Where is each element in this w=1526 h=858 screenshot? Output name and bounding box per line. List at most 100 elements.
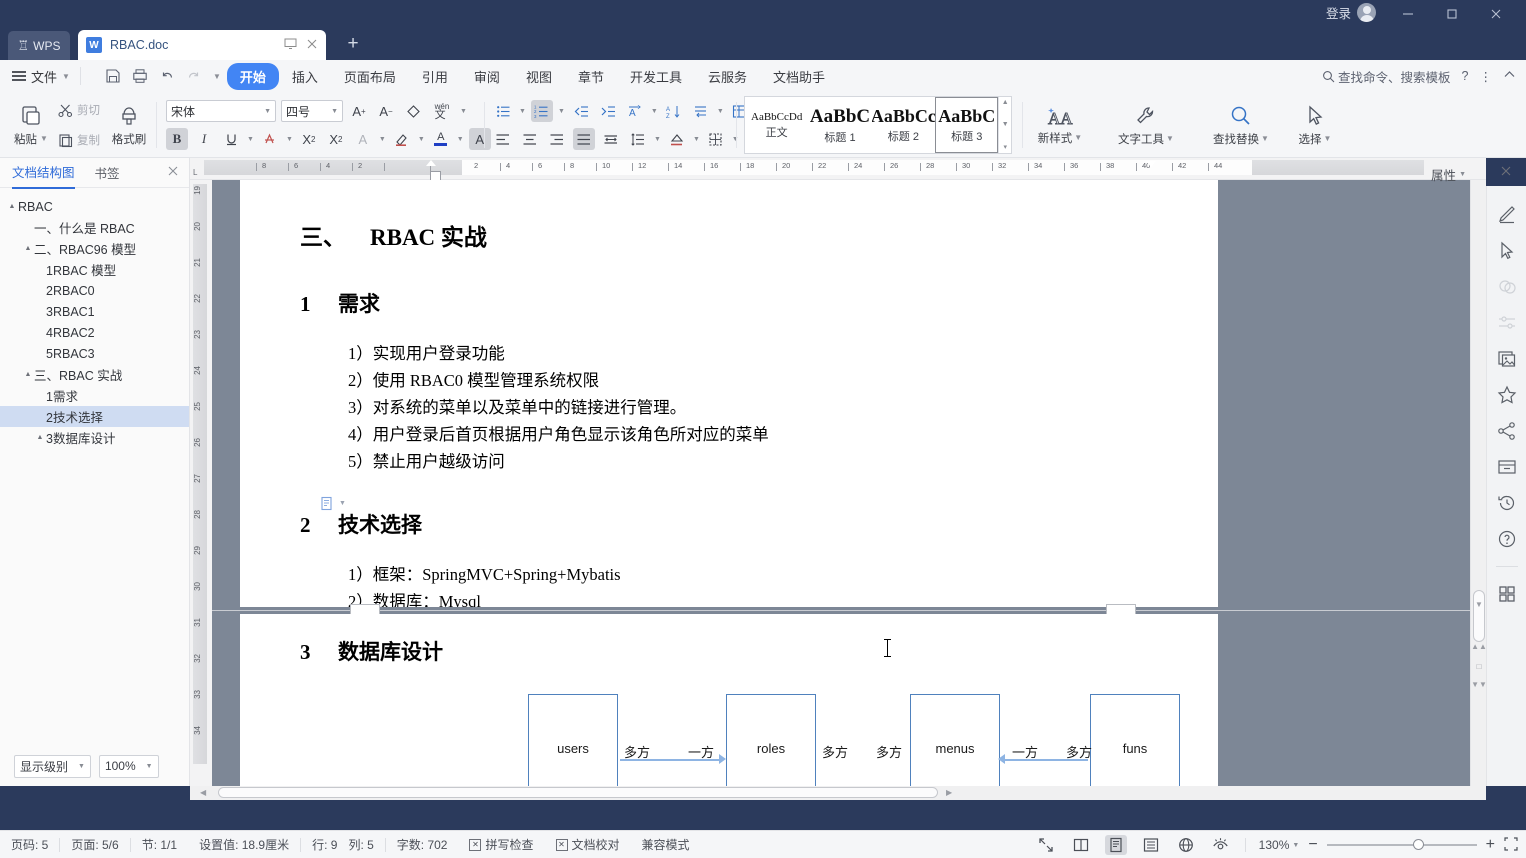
tree-item-4rbac2[interactable]: 4RBAC2: [0, 322, 189, 343]
tree-item-1rbac-model[interactable]: 1RBAC 模型: [0, 259, 189, 280]
decrease-font-size-button[interactable]: A −: [375, 100, 397, 122]
close-icon[interactable]: [1474, 0, 1518, 28]
tree-item-rbac96-model[interactable]: ▲ 二、RBAC96 模型: [0, 238, 189, 259]
show-marks-button[interactable]: [690, 100, 712, 122]
zoom-slider[interactable]: [1326, 839, 1477, 851]
collapse-ribbon-icon[interactable]: [1503, 68, 1516, 84]
chevron-down-icon[interactable]: ▼: [247, 136, 254, 143]
next-page-icon[interactable]: ▼▼: [1471, 680, 1487, 689]
numbered-list-button[interactable]: 123: [530, 100, 553, 122]
wps-home-button[interactable]: ♖ WPS: [8, 31, 70, 60]
pinyin-guide-icon[interactable]: wén 文: [429, 100, 455, 122]
bullet-list-button[interactable]: [492, 100, 514, 122]
chevron-down-icon[interactable]: ▼: [418, 136, 425, 143]
zoom-out-button[interactable]: −: [1308, 837, 1317, 853]
document-page-2[interactable]: 3 数据库设计 users roles menus funs 多方 一方 多方 …: [240, 614, 1218, 786]
tree-item-3rbac1[interactable]: 3RBAC1: [0, 301, 189, 322]
tree-item-rbac-practice[interactable]: ▲ 三、RBAC 实战: [0, 364, 189, 385]
scroll-right-icon[interactable]: ▶: [946, 788, 952, 797]
status-section[interactable]: 节: 1/1: [131, 831, 188, 858]
scroll-up-icon[interactable]: ▲: [1002, 99, 1009, 106]
status-spellcheck[interactable]: ✕ 拼写检查: [458, 831, 544, 858]
tab-document-structure[interactable]: 文档结构图: [12, 162, 75, 189]
scrollbar-thumb[interactable]: [1473, 590, 1485, 642]
scroll-left-icon[interactable]: ◀: [200, 788, 206, 797]
minimize-icon[interactable]: [1386, 0, 1430, 28]
format-painter-button[interactable]: 格式刷: [106, 96, 152, 154]
page-layout-view-icon[interactable]: [1104, 835, 1127, 855]
outline-view-icon[interactable]: [1140, 835, 1162, 855]
horizontal-ruler[interactable]: 8 6 4 2 2 4 6 8 10 12 14 16 18 20 22 24 …: [190, 158, 1486, 180]
zoom-in-button[interactable]: +: [1486, 837, 1495, 853]
chevron-down-icon[interactable]: ▼: [717, 108, 724, 115]
borders-button[interactable]: [705, 128, 727, 150]
expand-triangle-icon[interactable]: ▲: [34, 434, 46, 441]
save-icon[interactable]: [105, 68, 121, 84]
italic-button[interactable]: I: [193, 128, 215, 150]
right-indent-marker[interactable]: [1146, 161, 1156, 167]
tab-insert[interactable]: 插入: [279, 63, 331, 90]
subscript-button[interactable]: X2: [325, 128, 347, 150]
new-style-button[interactable]: AA 新样式 ▼: [1030, 96, 1090, 154]
text-tools-button[interactable]: 文字工具 ▼: [1110, 96, 1182, 154]
strikethrough-button[interactable]: [259, 128, 281, 150]
checkbox-icon[interactable]: ✕: [469, 838, 482, 851]
document-page-1[interactable]: 三、 RBAC 实战 1 需求 1）实现用户登录功能 2）使用 RBAC0 模型管理…: [240, 180, 1218, 611]
close-properties-icon[interactable]: [1500, 165, 1512, 180]
expand-triangle-icon[interactable]: ▲: [6, 203, 18, 210]
monitor-icon[interactable]: [284, 37, 297, 53]
pen-tool-icon[interactable]: [1495, 204, 1519, 226]
align-center-button[interactable]: [519, 128, 541, 150]
undo-icon[interactable]: [159, 68, 175, 84]
first-line-indent-marker[interactable]: [426, 160, 436, 166]
tree-item-db-design[interactable]: ▲ 3数据库设计: [0, 427, 189, 448]
tab-page-layout[interactable]: 页面布局: [331, 63, 409, 90]
chevron-down-icon[interactable]: ▼: [558, 108, 565, 115]
fit-page-icon[interactable]: [1504, 836, 1518, 854]
status-word-count[interactable]: 字数: 702: [386, 831, 459, 858]
maximize-icon[interactable]: [1430, 0, 1474, 28]
sort-button[interactable]: AZ: [663, 100, 685, 122]
tree-item-requirements[interactable]: 1需求: [0, 385, 189, 406]
history-icon[interactable]: [1495, 492, 1519, 514]
tree-item-rbac[interactable]: ▲ RBAC: [0, 196, 189, 217]
select-cursor-icon[interactable]: [1495, 240, 1519, 262]
chevron-down-icon[interactable]: ▼: [651, 108, 658, 115]
superscript-button[interactable]: X2: [298, 128, 320, 150]
avatar[interactable]: [1357, 3, 1376, 22]
chevron-down-icon[interactable]: ▼: [693, 136, 700, 143]
browse-object-icon[interactable]: □: [1471, 662, 1487, 671]
chevron-down-icon[interactable]: ▼: [339, 500, 346, 507]
cut-button[interactable]: 剪切: [58, 99, 100, 121]
distribute-button[interactable]: [600, 128, 622, 150]
web-view-icon[interactable]: [1175, 835, 1197, 855]
status-page-of[interactable]: 页面: 5/6: [60, 831, 129, 858]
chevron-down-icon[interactable]: ▼: [654, 136, 661, 143]
text-effects-button[interactable]: A: [352, 128, 374, 150]
document-canvas[interactable]: 三、 RBAC 实战 1 需求 1）实现用户登录功能 2）使用 RBAC0 模型管理…: [212, 180, 1486, 786]
help-circle-icon[interactable]: [1495, 528, 1519, 550]
help-icon[interactable]: ?: [1462, 69, 1469, 83]
tree-item-what-is-rbac[interactable]: 一、什么是 RBAC: [0, 217, 189, 238]
redo-icon[interactable]: [186, 68, 202, 84]
underline-button[interactable]: [220, 128, 242, 150]
highlight-color-button[interactable]: [391, 128, 413, 150]
style-heading-1[interactable]: AaBbC 标题 1: [808, 97, 871, 153]
paste-button[interactable]: 粘贴 ▼: [8, 96, 54, 154]
align-right-button[interactable]: [546, 128, 568, 150]
star-favorite-icon[interactable]: [1495, 384, 1519, 406]
expand-triangle-icon[interactable]: ▲: [22, 371, 34, 378]
style-heading-2[interactable]: AaBbCc 标题 2: [872, 97, 935, 153]
apps-grid-icon[interactable]: [1495, 583, 1519, 605]
tab-view[interactable]: 视图: [513, 63, 565, 90]
vertical-ruler[interactable]: 19 20 21 22 23 24 25 26 27 28 29 30 31 3…: [190, 180, 212, 786]
shading-button[interactable]: [666, 128, 688, 150]
checkbox-icon[interactable]: ✕: [555, 838, 568, 851]
file-menu-button[interactable]: 文件 ▼: [12, 67, 70, 86]
font-name-select[interactable]: 宋体 ▼: [166, 100, 276, 122]
document-vertical-scrollbar[interactable]: ▼ ▲▲ □ ▼▼: [1470, 180, 1487, 786]
justify-button[interactable]: [573, 128, 595, 150]
status-proofread[interactable]: ✕ 文档校对: [545, 831, 631, 858]
bold-button[interactable]: B: [166, 128, 188, 150]
clear-format-icon[interactable]: [402, 100, 424, 122]
